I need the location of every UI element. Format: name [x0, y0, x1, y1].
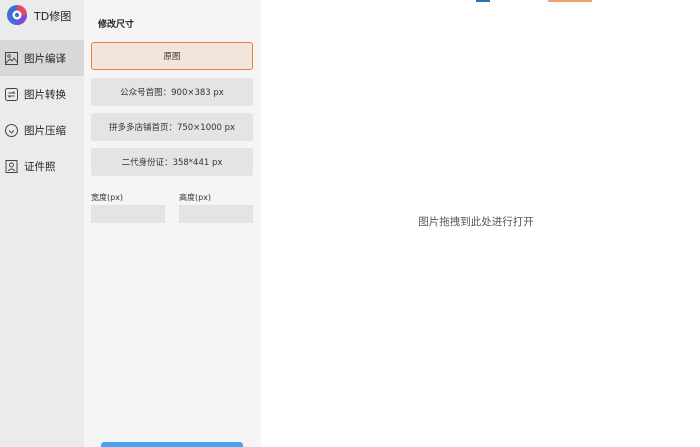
- sidebar-item-label: 图片编译: [24, 52, 66, 65]
- app-name: TD修图: [34, 10, 72, 23]
- height-input[interactable]: [179, 205, 253, 223]
- preset-pdd-homepage[interactable]: 拼多多店铺首页：750×1000 px: [91, 113, 253, 141]
- width-label: 宽度(px): [91, 193, 124, 202]
- app-logo-icon: [7, 5, 27, 25]
- convert-icon: [4, 87, 18, 101]
- panel-title: 修改尺寸: [98, 20, 135, 30]
- preset-original[interactable]: 原图: [91, 42, 253, 70]
- resize-panel: 修改尺寸 原图 公众号首图：900×383 px 拼多多店铺首页：750×100…: [84, 0, 261, 447]
- app-brand: TD修图: [0, 0, 84, 34]
- sidebar-item-id-photo[interactable]: 证件照: [0, 148, 84, 184]
- width-input[interactable]: [91, 205, 165, 223]
- drop-area[interactable]: 图片拖拽到此处进行打开: [261, 0, 700, 447]
- apply-button[interactable]: [101, 442, 243, 447]
- top-edge-indicator: [548, 0, 592, 2]
- sidebar-item-label: 图片压缩: [24, 124, 66, 137]
- sidebar: TD修图 图片编译 图片转换 图片压缩 证件照: [0, 0, 84, 447]
- image-icon: [4, 51, 18, 65]
- sidebar-item-image-edit[interactable]: 图片编译: [0, 40, 84, 76]
- top-edge-indicator: [476, 0, 490, 2]
- drop-hint: 图片拖拽到此处进行打开: [418, 216, 534, 228]
- app-window: TD修图 图片编译 图片转换 图片压缩 证件照 修改尺寸 原图 公众号首图：90…: [0, 0, 700, 447]
- sidebar-item-image-convert[interactable]: 图片转换: [0, 76, 84, 112]
- preset-id-card[interactable]: 二代身份证：358*441 px: [91, 148, 253, 176]
- preset-wechat-cover[interactable]: 公众号首图：900×383 px: [91, 78, 253, 106]
- height-label: 高度(px): [179, 193, 212, 202]
- sidebar-item-image-compress[interactable]: 图片压缩: [0, 112, 84, 148]
- sidebar-item-label: 图片转换: [24, 88, 66, 101]
- id-photo-icon: [4, 159, 18, 173]
- sidebar-item-label: 证件照: [24, 160, 56, 173]
- compress-icon: [4, 123, 18, 137]
